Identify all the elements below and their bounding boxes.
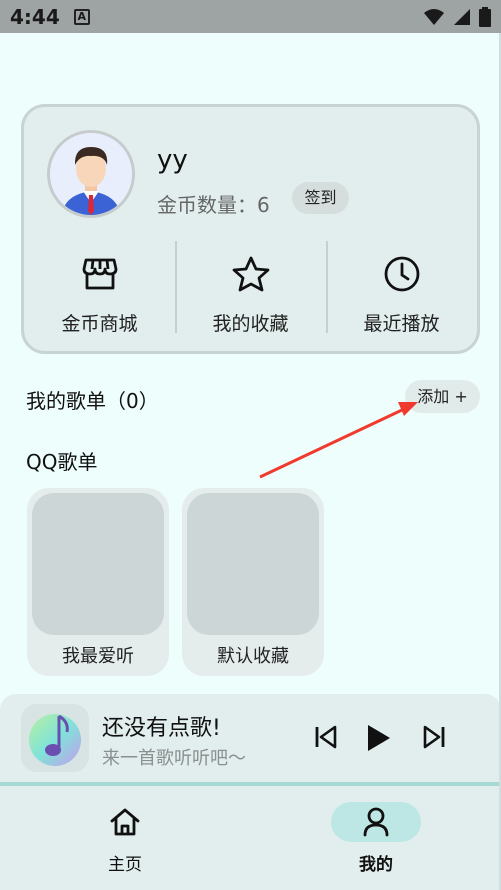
qq-playlists-title: QQ歌单 — [26, 450, 98, 474]
nav-mine[interactable]: 我的 — [331, 802, 421, 875]
status-time: 4:44 — [10, 4, 60, 29]
home-icon — [110, 808, 140, 836]
quick-action-coin-store[interactable]: 金币商城 — [24, 241, 175, 335]
avatar[interactable] — [47, 130, 135, 218]
playlist-card[interactable]: 我最爱听 — [27, 488, 169, 676]
quick-actions: 金币商城 我的收藏 最近播放 — [24, 241, 477, 335]
quick-action-label: 最近播放 — [363, 313, 440, 335]
my-playlists-title: 我的歌单（0） — [26, 389, 159, 413]
nav-mine-label: 我的 — [359, 855, 393, 875]
coin-count: 金币数量：6 — [157, 193, 270, 217]
nav-home-pill — [80, 802, 170, 842]
nav-home[interactable]: 主页 — [80, 802, 170, 875]
star-icon — [232, 256, 269, 292]
person-icon — [363, 807, 389, 837]
album-art — [21, 704, 89, 772]
playlist-cover — [187, 493, 319, 635]
signal-icon — [454, 9, 470, 25]
previous-icon[interactable] — [314, 724, 338, 750]
playlist-cover — [32, 493, 164, 635]
wifi-icon — [424, 9, 444, 25]
quick-action-recent[interactable]: 最近播放 — [326, 241, 477, 335]
nav-home-label: 主页 — [108, 855, 142, 875]
notification-icon: A — [73, 8, 90, 25]
playlist-card[interactable]: 默认收藏 — [182, 488, 324, 676]
music-note-icon — [21, 704, 89, 772]
battery-icon — [479, 7, 491, 27]
playlist-name: 默认收藏 — [217, 646, 289, 667]
profile-card: yy 金币数量：6 签到 金币商城 我的收藏 最近播放 — [21, 104, 480, 354]
avatar-person-icon — [50, 133, 132, 215]
status-icons — [423, 7, 491, 27]
bottom-nav: 主页 我的 — [0, 786, 501, 890]
add-playlist-button[interactable]: 添加 + — [405, 380, 480, 413]
quick-action-label: 我的收藏 — [212, 313, 289, 335]
quick-action-label: 金币商城 — [61, 313, 138, 335]
playlist-name: 我最爱听 — [62, 646, 134, 667]
quick-action-favorites[interactable]: 我的收藏 — [175, 241, 326, 335]
store-icon — [82, 258, 117, 290]
mini-player[interactable]: 还没有点歌! 来一首歌听听吧～ — [0, 694, 501, 786]
play-icon[interactable] — [366, 723, 392, 753]
nav-mine-pill — [331, 802, 421, 842]
checkin-button[interactable]: 签到 — [292, 182, 349, 214]
clock-icon — [384, 256, 419, 292]
player-subtitle: 来一首歌听听吧～ — [102, 748, 246, 769]
player-title: 还没有点歌! — [102, 716, 221, 741]
next-icon[interactable] — [422, 724, 446, 750]
username: yy — [157, 145, 188, 175]
status-bar: 4:44 A — [0, 0, 501, 33]
